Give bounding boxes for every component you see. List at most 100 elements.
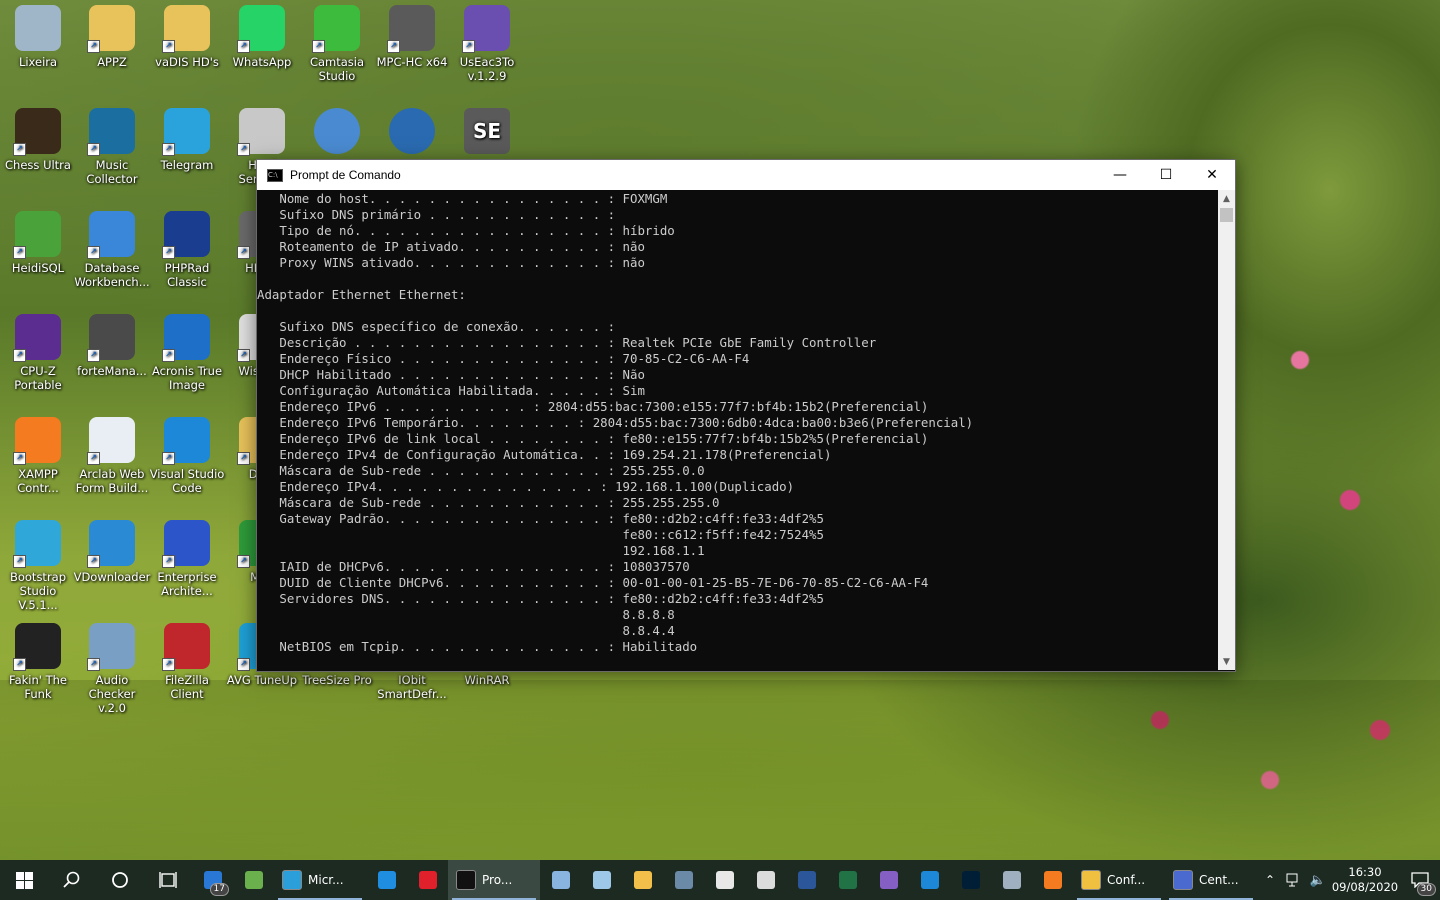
cortana-button[interactable] [96,860,144,900]
desktop-icon[interactable]: Lixeira [0,5,76,69]
console-line: Sufixo DNS primário . . . . . . . . . . … [257,207,616,222]
desktop-icon-label: Enterprise Archite... [157,570,217,598]
opera-taskbar-button[interactable] [407,860,448,900]
visual-studio-taskbar-button[interactable] [868,860,909,900]
desktop-icon[interactable]: ↗ Audio Checker v.2.0 [74,623,150,715]
photoshop-taskbar-button[interactable] [950,860,991,900]
central-app-icon [1173,870,1193,890]
desktop-icon[interactable]: ↗ Fakin' The Funk [0,623,76,701]
paint-taskbar-button[interactable] [581,860,622,900]
desktop-icon[interactable]: ↗ vaDIS HD's [149,5,225,69]
word-taskbar-button[interactable] [786,860,827,900]
alien-taskbar-button[interactable] [745,860,786,900]
xampp-taskbar-taskbar-button[interactable] [1032,860,1073,900]
console-line: Endereço IPv6 Temporário. . . . . . . . … [257,415,974,430]
desktop-icon-label: Chess Ultra [5,158,71,172]
cpu-z-icon: ↗ [13,314,61,362]
scroll-up-arrow-icon[interactable]: ▲ [1218,190,1235,207]
notepad-taskbar-button[interactable] [540,860,581,900]
desktop-icon[interactable]: ↗ VDownloader [74,520,150,584]
xampp-icon: ↗ [13,417,61,465]
console-line: fe80::c612:f5ff:fe42:7524%5 [257,527,824,542]
desktop-icon-label: Acronis True Image [151,364,223,392]
desktop-icon[interactable]: ↗ Chess Ultra [0,108,76,172]
mail-taskbar-button[interactable]: 17 [192,860,233,900]
desktop-icon-label: Arclab Web Form Build... [75,467,149,495]
desktop-icon[interactable]: ↗ Camtasia Studio [299,5,375,83]
shortcut-arrow-icon: ↗ [162,452,175,465]
minimize-button[interactable]: — [1097,160,1143,190]
search-button[interactable] [48,860,96,900]
se-explorer-icon-text: SE [472,119,502,143]
desktop-icon[interactable]: ↗ MPC-HC x64 [374,5,450,69]
desktop-icon[interactable]: ↗ Arclab Web Form Build... [74,417,150,495]
forte-manager-icon: ↗ [87,314,135,362]
desktop-icon[interactable]: ↗ Telegram [149,108,225,172]
command-prompt-window[interactable]: C:\ Prompt de Comando — ☐ ✕ Nome do host… [256,159,1236,672]
desktop-icon[interactable]: ↗ Visual Studio Code [149,417,225,495]
scrollbar-thumb[interactable] [1220,208,1233,222]
task-view-button[interactable] [144,860,192,900]
notepad-icon [551,871,570,889]
desktop-icon[interactable]: ↗ Bootstrap Studio V.5.1... [0,520,76,612]
cmd-app-icon: C:\ [267,168,283,182]
console-line: Roteamento de IP ativado. . . . . . . . … [257,239,645,254]
fox-taskbar-button[interactable] [704,860,745,900]
acronis-icon: ↗ [162,314,210,362]
desktop-icon[interactable] [299,108,375,154]
window-titlebar[interactable]: C:\ Prompt de Comando — ☐ ✕ [257,160,1235,190]
action-center-button[interactable]: 30 [1400,860,1440,900]
desktop-icon[interactable]: ↗ WhatsApp [224,5,300,69]
desktop-icon-label: MPC-HC x64 [376,55,448,69]
utorrent-taskbar-button[interactable] [233,860,274,900]
console-line: Servidores DNS. . . . . . . . . . . . . … [257,591,824,606]
console-output[interactable]: Nome do host. . . . . . . . . . . . . . … [257,190,1217,671]
speaker-icon: 🔈 [1309,872,1327,888]
desktop-icon[interactable]: ↗ APPZ [74,5,150,69]
excel-icon [838,871,857,889]
vertical-scrollbar[interactable]: ▲ ▼ [1218,190,1235,670]
settings-taskbar-button[interactable]: Conf... [1073,860,1165,900]
folder-icon: ↗ [162,5,210,53]
start-button[interactable] [0,860,48,900]
vscode-icon: ↗ [162,417,210,465]
excel-taskbar-button[interactable] [827,860,868,900]
calculator-taskbar-button[interactable] [663,860,704,900]
console-line: NetBIOS em Tcpip. . . . . . . . . . . . … [257,639,698,654]
desktop-icon[interactable]: ↗ forteMana... [74,314,150,378]
console-line: Proxy WINS ativado. . . . . . . . . . . … [257,255,645,270]
desktop-icon[interactable]: ↗ Database Workbench... [74,211,150,289]
desktop-icon-label: Visual Studio Code [149,467,225,495]
desktop-icon[interactable]: ↗ CPU-Z Portable [0,314,76,392]
desktop-icon[interactable]: ↗ PHPRad Classic [149,211,225,289]
desktop-icon[interactable]: ↗ HeidiSQL [0,211,76,275]
close-button[interactable]: ✕ [1189,160,1235,190]
desktop-icon[interactable]: ↗ UsEac3To v.1.2.9 [449,5,525,83]
edge-taskbar-button[interactable]: Micr... [274,860,366,900]
vscode-taskbar-taskbar-button[interactable] [909,860,950,900]
volume-button[interactable]: 🔈 [1306,860,1330,900]
shortcut-arrow-icon: ↗ [162,658,175,671]
desktop-icon[interactable]: ↗ Acronis True Image [149,314,225,392]
file-explorer-taskbar-button[interactable] [622,860,663,900]
desktop-icon-label: AVG TuneUp [226,673,298,687]
tool-taskbar-button[interactable] [991,860,1032,900]
show-hidden-icons-button[interactable]: ⌃ [1258,860,1282,900]
desktop-icon[interactable]: SE [449,108,525,154]
maximize-button[interactable]: ☐ [1143,160,1189,190]
central-taskbar-button[interactable]: Cent... [1165,860,1257,900]
shortcut-arrow-icon: ↗ [162,40,175,53]
cmd-taskbar-button[interactable]: Pro... [448,860,540,900]
shortcut-arrow-icon: ↗ [87,555,100,568]
desktop-icon[interactable]: ↗ XAMPP Contr... [0,417,76,495]
desktop-icon[interactable]: ↗ Music Collector [74,108,150,186]
scroll-down-arrow-icon[interactable]: ▼ [1218,653,1235,670]
network-button[interactable] [1282,860,1306,900]
internet-explorer-taskbar-button[interactable] [366,860,407,900]
desktop-icon[interactable]: ↗ FileZilla Client [149,623,225,701]
desktop-icon-label: FileZilla Client [165,673,209,701]
desktop-icon[interactable]: ↗ Enterprise Archite... [149,520,225,598]
desktop-icon[interactable] [374,108,450,154]
taskbar-clock[interactable]: 16:30 09/08/2020 [1330,865,1400,895]
